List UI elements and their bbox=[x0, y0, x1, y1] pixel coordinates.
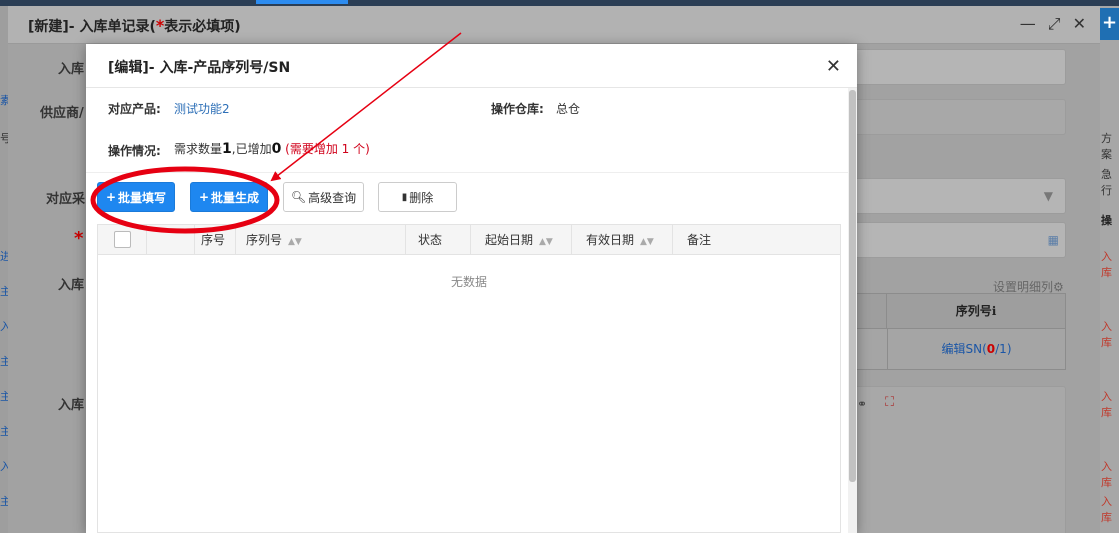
column-header-start-date[interactable]: 起始日期 ▲▼ bbox=[471, 225, 572, 255]
delete-button[interactable]: ▮ 删除 bbox=[378, 182, 457, 212]
product-label: 对应产品: bbox=[108, 102, 161, 116]
sn-grid: 序号 序列号 ▲▼ 状态 起始日期 ▲▼ 有效日期 ▲▼ 备注 无数据 bbox=[97, 224, 841, 533]
background-right-text: 入库 bbox=[1101, 320, 1112, 349]
need-more-text: (需要增加 1 个) bbox=[285, 142, 370, 156]
sn-dialog-title: [编辑]- 入库-产品序列号/SN bbox=[108, 60, 291, 76]
sort-icon[interactable]: ▲▼ bbox=[539, 237, 553, 247]
column-header-expiry-date[interactable]: 有效日期 ▲▼ bbox=[572, 225, 673, 255]
empty-state-text: 无数据 bbox=[450, 275, 487, 289]
form-label: 入库 bbox=[58, 398, 85, 413]
fullscreen-icon[interactable]: ⛶ bbox=[885, 395, 894, 410]
status-text: 需求数量1,已增加0 (需要增加 1 个) bbox=[174, 140, 370, 157]
scrollbar-thumb[interactable] bbox=[849, 90, 856, 482]
detail-table-header: 序列号ℹ bbox=[857, 294, 1065, 329]
advanced-search-button[interactable]: 🔍︎ 高级查询 bbox=[283, 182, 364, 212]
plus-icon: + bbox=[198, 190, 210, 204]
sn-edit-dialog: [编辑]- 入库-产品序列号/SN ✕ 对应产品: 测试功能2 操作仓库: 总仓… bbox=[86, 44, 857, 533]
form-input[interactable] bbox=[842, 49, 1066, 85]
trash-icon: ▮ bbox=[401, 191, 408, 203]
advanced-search-label: 高级查询 bbox=[308, 190, 357, 205]
link-icon[interactable]: ⚭ bbox=[857, 397, 867, 411]
outer-dialog-title: [新建]- 入库单记录(*表示必填项) bbox=[28, 16, 241, 36]
column-header-sn-label: 序列号 bbox=[246, 233, 283, 247]
dialog-scrollbar[interactable] bbox=[848, 88, 857, 533]
sn-dialog-header: [编辑]- 入库-产品序列号/SN ✕ bbox=[86, 44, 857, 88]
window-controls: — ⤢ ✕ bbox=[1020, 14, 1086, 34]
background-right-text: 操 bbox=[1101, 214, 1112, 227]
calendar-icon: ▦ bbox=[1047, 233, 1059, 247]
delete-label: 删除 bbox=[409, 190, 434, 205]
batch-generate-label: 批量生成 bbox=[211, 190, 260, 205]
background-left-column bbox=[0, 6, 8, 533]
batch-fill-button[interactable]: + 批量填写 bbox=[97, 182, 175, 212]
required-qty: 1 bbox=[222, 141, 232, 157]
column-header-remark: 备注 bbox=[687, 233, 712, 247]
column-header-expiry-date-label: 有效日期 bbox=[586, 233, 635, 247]
column-header-start-date-label: 起始日期 bbox=[485, 233, 534, 247]
edit-sn-prefix: 编辑SN( bbox=[941, 342, 987, 356]
select-all-checkbox[interactable] bbox=[114, 231, 131, 248]
background-right-text: 入库 bbox=[1101, 390, 1112, 419]
column-header-sn[interactable]: 序列号 ▲▼ bbox=[236, 225, 406, 255]
edit-sn-suffix: /1) bbox=[995, 342, 1012, 356]
form-input[interactable] bbox=[842, 99, 1066, 135]
chevron-down-icon: ▼ bbox=[1043, 189, 1053, 203]
title-prefix: [新建]- 入库单记录( bbox=[28, 19, 156, 35]
minimize-icon[interactable]: — bbox=[1020, 14, 1036, 34]
header-cell bbox=[857, 294, 887, 329]
form-label: 入库 bbox=[58, 62, 85, 77]
detail-table: 序列号ℹ 编辑SN(0/1) bbox=[856, 293, 1066, 370]
edit-sn-link[interactable]: 编辑SN(0/1) bbox=[887, 329, 1065, 370]
batch-generate-button[interactable]: + 批量生成 bbox=[190, 182, 268, 212]
select-all-cell bbox=[98, 225, 147, 255]
added-qty-label: ,已增加 bbox=[231, 142, 272, 156]
required-mark: * bbox=[155, 16, 165, 35]
remark-editor[interactable]: ⚭ ⛶ bbox=[842, 386, 1066, 533]
active-tab-indicator bbox=[256, 0, 348, 4]
background-right-text: 入库 bbox=[1101, 250, 1112, 279]
form-select[interactable]: ▼ bbox=[842, 178, 1066, 214]
form-label: 对应采 bbox=[46, 192, 86, 207]
status-label: 操作情况: bbox=[108, 144, 161, 158]
search-icon: 🔍︎ bbox=[290, 190, 307, 204]
required-mark: * bbox=[74, 228, 84, 249]
column-header-index: 序号 bbox=[195, 225, 236, 255]
close-icon[interactable]: ✕ bbox=[826, 56, 841, 77]
product-value[interactable]: 测试功能2 bbox=[174, 100, 230, 117]
blank-column-header bbox=[147, 225, 195, 255]
sort-icon[interactable]: ▲▼ bbox=[640, 237, 654, 247]
close-icon[interactable]: ✕ bbox=[1073, 14, 1086, 34]
maximize-icon[interactable]: ⤢ bbox=[1048, 14, 1061, 34]
outer-dialog-header: [新建]- 入库单记录(*表示必填项) — ⤢ ✕ bbox=[8, 6, 1100, 44]
sn-column-header: 序列号ℹ bbox=[955, 304, 997, 318]
column-header-status: 状态 bbox=[406, 225, 471, 255]
background-right-text: 入库 bbox=[1101, 460, 1112, 489]
plus-icon: + bbox=[105, 190, 117, 204]
divider bbox=[86, 172, 857, 173]
batch-fill-label: 批量填写 bbox=[118, 190, 167, 205]
added-qty: 0 bbox=[271, 141, 282, 157]
form-label: 供应商/ bbox=[40, 106, 84, 121]
add-icon[interactable]: + bbox=[1100, 8, 1119, 40]
sort-icon[interactable]: ▲▼ bbox=[288, 237, 302, 247]
required-qty-label: 需求数量 bbox=[174, 142, 223, 156]
form-label: 入库 bbox=[58, 278, 85, 293]
warehouse-value: 总仓 bbox=[556, 102, 581, 116]
background-right-text: 入库 bbox=[1101, 495, 1112, 524]
sn-grid-header: 序号 序列号 ▲▼ 状态 起始日期 ▲▼ 有效日期 ▲▼ 备注 bbox=[98, 225, 840, 255]
title-suffix: 表示必填项) bbox=[164, 19, 241, 35]
background-right-text: 方案 bbox=[1101, 132, 1112, 161]
edit-sn-done: 0 bbox=[986, 342, 996, 356]
background-right-text: 急行 bbox=[1101, 168, 1112, 197]
warehouse-label: 操作仓库: bbox=[491, 102, 544, 116]
date-input[interactable]: ▦ bbox=[842, 222, 1066, 258]
